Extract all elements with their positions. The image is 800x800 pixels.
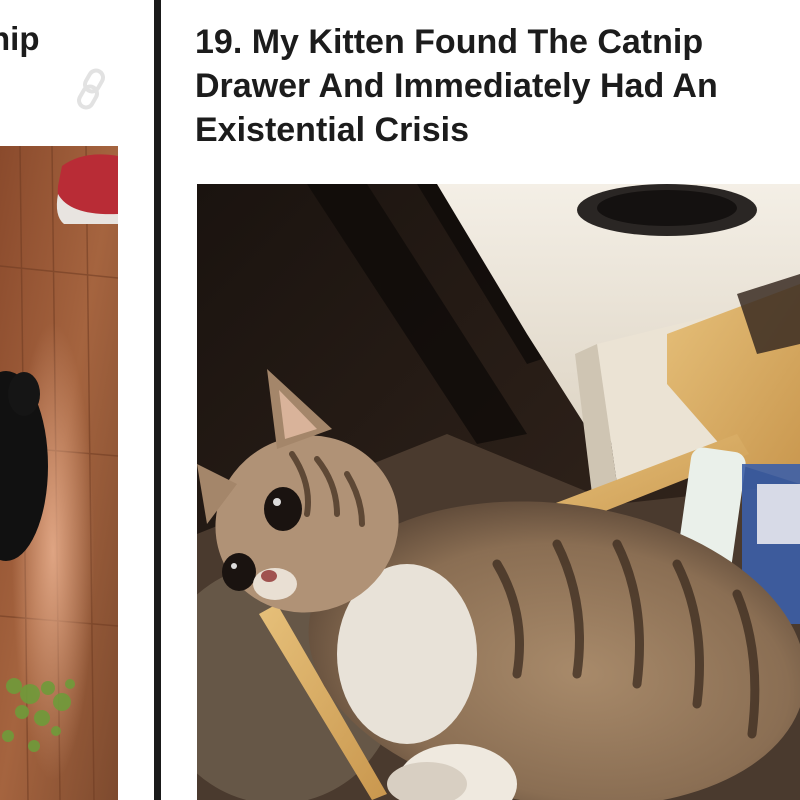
article-title-line-1: 19. My Kitten Found The Catnip bbox=[195, 23, 704, 61]
article-title-line-3: Existential Crisis bbox=[195, 111, 470, 149]
article-card-left[interactable]: nip bbox=[0, 0, 118, 800]
article-title-left[interactable]: nip bbox=[0, 20, 47, 58]
column-divider bbox=[154, 0, 161, 800]
article-title-line-2: Drawer And Immediately Had An bbox=[195, 67, 718, 105]
article-feed: nip 19. My Kitten Found The Catnip Drawe… bbox=[0, 0, 800, 800]
article-photo-right[interactable] bbox=[197, 184, 800, 800]
article-title-left-text: nip bbox=[0, 20, 40, 57]
article-title-right[interactable]: 19. My Kitten Found The Catnip Drawer An… bbox=[195, 20, 800, 152]
article-card-right[interactable]: 19. My Kitten Found The Catnip Drawer An… bbox=[161, 0, 800, 800]
article-photo-left[interactable] bbox=[0, 146, 118, 800]
link-icon[interactable] bbox=[73, 68, 113, 112]
